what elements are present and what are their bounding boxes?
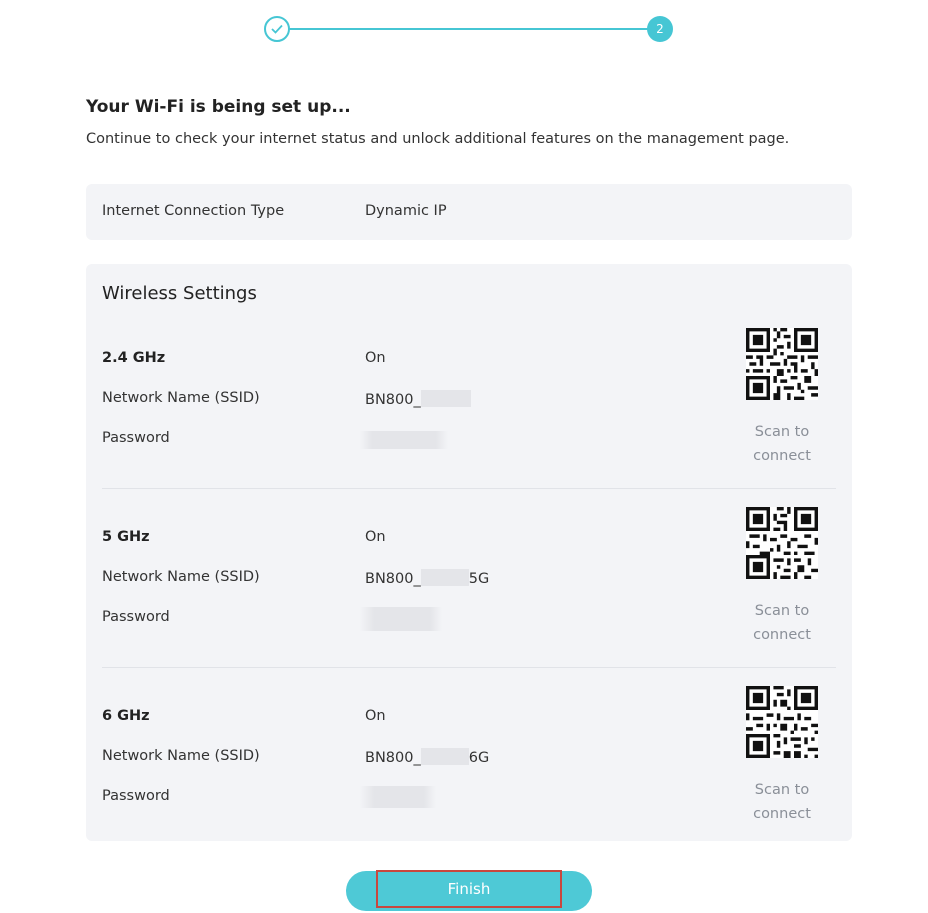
band-name: 5 GHz xyxy=(102,529,150,545)
ssid-value: BN800_ xyxy=(365,390,471,408)
ssid-label: Network Name (SSID) xyxy=(102,390,260,406)
band-status: On xyxy=(365,708,386,724)
band-divider xyxy=(102,488,836,489)
connection-type-label: Internet Connection Type xyxy=(102,203,285,219)
scan-to-connect-label: Scan to connect xyxy=(753,782,811,822)
password-label: Password xyxy=(102,788,170,804)
stepper-progress-line xyxy=(288,28,660,30)
password-label: Password xyxy=(102,430,170,446)
step-current-indicator: 2 xyxy=(647,16,673,42)
password-value-redacted xyxy=(360,607,442,631)
password-value-redacted xyxy=(360,428,448,450)
scan-to-connect-label: Scan to connect xyxy=(753,424,811,464)
band-status: On xyxy=(365,350,386,366)
qr-code-icon xyxy=(746,686,818,758)
wireless-settings-title: Wireless Settings xyxy=(102,283,257,304)
band-5ghz-section: 5 GHz On Network Name (SSID) BN800_ 5G Pa… xyxy=(102,507,836,691)
wireless-settings-panel: Wireless Settings 2.4 GHz On Network Nam… xyxy=(86,264,852,841)
password-label: Password xyxy=(102,609,170,625)
scan-to-connect-label: Scan to connect xyxy=(753,603,811,643)
ssid-redacted-block xyxy=(420,569,469,586)
qr-code-icon xyxy=(746,507,818,579)
connection-type-value: Dynamic IP xyxy=(365,203,447,219)
ssid-suffix: 6G xyxy=(468,750,490,766)
password-value-redacted xyxy=(360,786,436,808)
band-status: On xyxy=(365,529,386,545)
qr-code-icon xyxy=(746,328,818,400)
ssid-value: BN800_ 6G xyxy=(365,748,489,766)
ssid-value: BN800_ 5G xyxy=(365,569,489,587)
setup-stepper: 2 xyxy=(264,16,674,42)
page-subtitle: Continue to check your internet status a… xyxy=(86,131,790,147)
ssid-prefix: BN800_ xyxy=(365,571,421,587)
ssid-prefix: BN800_ xyxy=(365,392,421,408)
finish-button[interactable]: Finish xyxy=(376,870,562,908)
band-2-4ghz-section: 2.4 GHz On Network Name (SSID) BN800_ Pa… xyxy=(102,328,836,512)
band-name: 6 GHz xyxy=(102,708,150,724)
step-complete-check-icon xyxy=(264,16,290,42)
ssid-redacted-block xyxy=(420,390,471,407)
band-divider xyxy=(102,667,836,668)
band-name: 2.4 GHz xyxy=(102,350,166,366)
page-title: Your Wi-Fi is being set up... xyxy=(86,97,351,117)
ssid-label: Network Name (SSID) xyxy=(102,748,260,764)
ssid-label: Network Name (SSID) xyxy=(102,569,260,585)
band-6ghz-section: 6 GHz On Network Name (SSID) BN800_ 6G Pa… xyxy=(102,686,836,870)
finish-button-container: Finish xyxy=(346,870,592,911)
ssid-redacted-block xyxy=(420,748,469,765)
ssid-suffix: 5G xyxy=(468,571,490,587)
connection-type-panel: Internet Connection Type Dynamic IP xyxy=(86,184,852,240)
ssid-prefix: BN800_ xyxy=(365,750,421,766)
